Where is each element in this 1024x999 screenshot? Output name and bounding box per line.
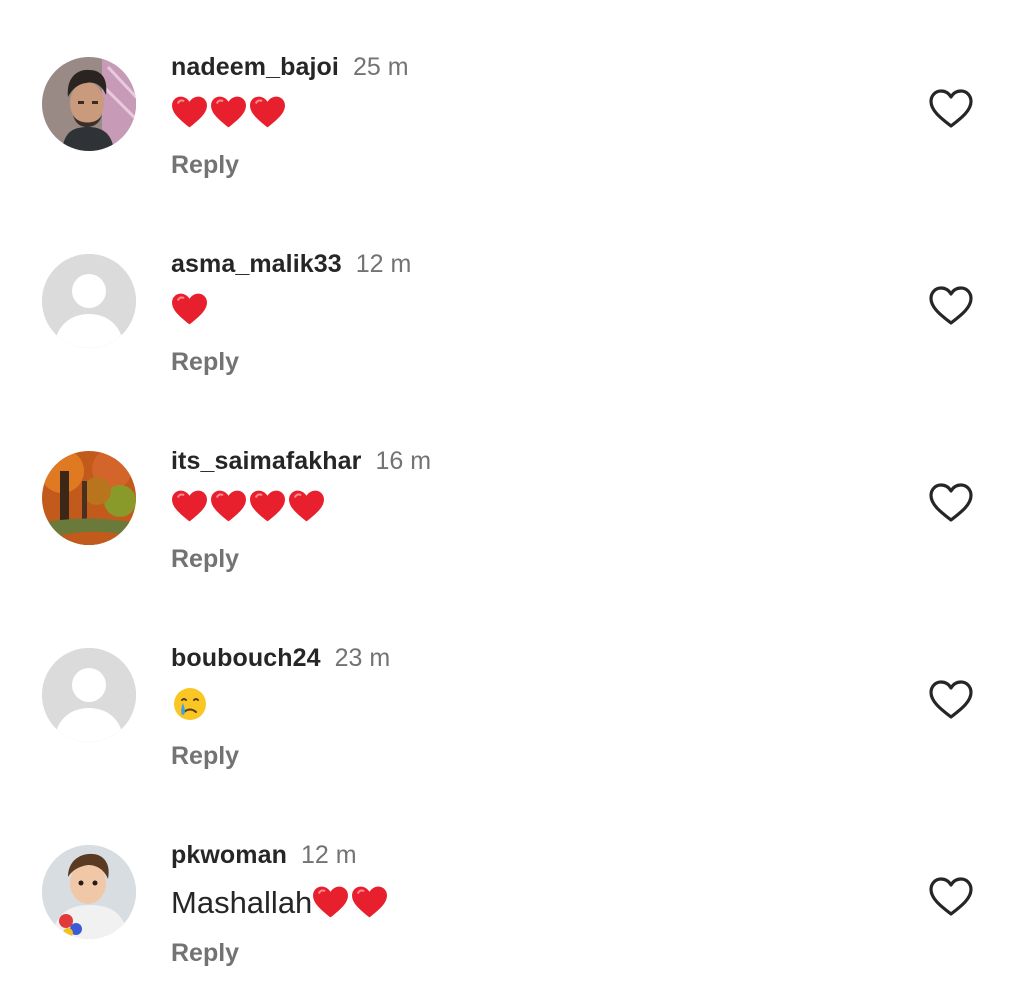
reply-button[interactable]: Reply [171, 741, 239, 771]
username-link[interactable]: asma_malik33 [171, 250, 342, 278]
reply-button[interactable]: Reply [171, 347, 239, 377]
red-heart-emoji [249, 95, 288, 131]
red-heart-emoji [171, 489, 210, 525]
username-link[interactable]: boubouch24 [171, 644, 321, 672]
comment-meta: nadeem_bajoi 25 m [171, 52, 409, 82]
comment-item: its_saimafakhar 16 m Reply [0, 394, 1024, 573]
comment-timestamp: 25 m [352, 53, 409, 81]
avatar[interactable] [42, 451, 136, 545]
reply-button[interactable]: Reply [171, 938, 239, 968]
username-link[interactable]: its_saimafakhar [171, 447, 362, 475]
red-heart-emoji [210, 95, 249, 131]
reply-button[interactable]: Reply [171, 150, 239, 180]
username-link[interactable]: pkwoman [171, 841, 287, 869]
like-heart-icon[interactable] [928, 876, 974, 918]
comment-meta: pkwoman 12 m [171, 840, 357, 870]
comment-item: asma_malik33 12 m Reply [0, 197, 1024, 376]
comment-body [171, 489, 327, 525]
red-heart-emoji [312, 885, 351, 921]
avatar[interactable] [42, 57, 136, 151]
comment-body [171, 292, 210, 328]
like-heart-icon[interactable] [928, 285, 974, 327]
comment-item: boubouch24 23 m Reply [0, 591, 1024, 770]
comment-timestamp: 12 m [355, 250, 412, 278]
reply-button[interactable]: Reply [171, 544, 239, 574]
red-heart-emoji [171, 95, 210, 131]
comment-meta: its_saimafakhar 16 m [171, 446, 431, 476]
red-heart-emoji [288, 489, 327, 525]
comment-timestamp: 16 m [375, 447, 432, 475]
like-heart-icon[interactable] [928, 88, 974, 130]
comment-text: Mashallah [171, 885, 313, 920]
comment-item: nadeem_bajoi 25 m Reply [0, 0, 1024, 179]
red-heart-emoji [171, 292, 210, 328]
comment-body [171, 686, 208, 722]
username-link[interactable]: nadeem_bajoi [171, 53, 339, 81]
red-heart-emoji [210, 489, 249, 525]
comment-body: Mashallah [171, 883, 390, 923]
avatar[interactable] [42, 845, 136, 939]
comment-meta: asma_malik33 12 m [171, 249, 411, 279]
red-heart-emoji [351, 885, 390, 921]
comment-meta: boubouch24 23 m [171, 643, 390, 673]
avatar[interactable] [42, 254, 136, 348]
comment-item: pkwoman 12 m Mashallah Reply [0, 788, 1024, 967]
red-heart-emoji [249, 489, 288, 525]
like-heart-icon[interactable] [928, 679, 974, 721]
comment-body [171, 95, 288, 131]
like-heart-icon[interactable] [928, 482, 974, 524]
crying-face-emoji [172, 686, 208, 722]
comment-timestamp: 12 m [301, 841, 357, 869]
avatar[interactable] [42, 648, 136, 742]
comment-timestamp: 23 m [334, 644, 391, 672]
